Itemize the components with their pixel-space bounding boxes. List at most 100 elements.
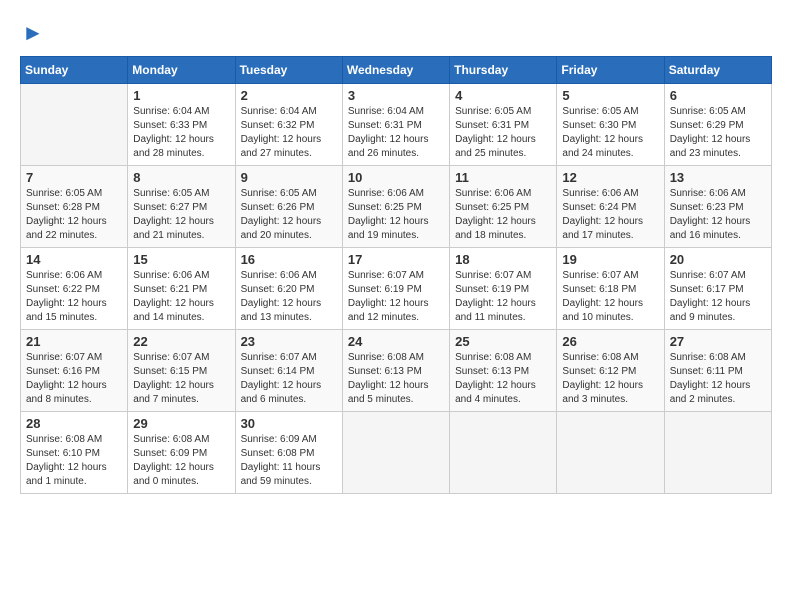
- day-number: 29: [133, 416, 229, 431]
- day-number: 14: [26, 252, 122, 267]
- calendar-cell: 17 Sunrise: 6:07 AM Sunset: 6:19 PM Dayli…: [342, 248, 449, 330]
- calendar-cell: 22 Sunrise: 6:07 AM Sunset: 6:15 PM Dayli…: [128, 330, 235, 412]
- day-number: 24: [348, 334, 444, 349]
- calendar-cell: 20 Sunrise: 6:07 AM Sunset: 6:17 PM Dayli…: [664, 248, 771, 330]
- page-header: ►: [20, 20, 772, 46]
- day-number: 1: [133, 88, 229, 103]
- day-info: Sunrise: 6:06 AM Sunset: 6:25 PM Dayligh…: [348, 187, 444, 243]
- day-number: 19: [562, 252, 658, 267]
- calendar-cell: 30Sunrise: 6:09 AM Sunset: 6:08 PM Dayli…: [235, 412, 342, 494]
- calendar-week-row: 21 Sunrise: 6:07 AM Sunset: 6:16 PM Dayli…: [21, 330, 772, 412]
- col-tuesday: Tuesday: [235, 57, 342, 84]
- calendar-cell: 10 Sunrise: 6:06 AM Sunset: 6:25 PM Dayli…: [342, 166, 449, 248]
- calendar-cell: 26 Sunrise: 6:08 AM Sunset: 6:12 PM Dayli…: [557, 330, 664, 412]
- day-number: 22: [133, 334, 229, 349]
- calendar-cell: 24 Sunrise: 6:08 AM Sunset: 6:13 PM Dayli…: [342, 330, 449, 412]
- calendar-week-row: 28 Sunrise: 6:08 AM Sunset: 6:10 PM Dayli…: [21, 412, 772, 494]
- day-number: 4: [455, 88, 551, 103]
- day-number: 28: [26, 416, 122, 431]
- calendar-cell: 6 Sunrise: 6:05 AM Sunset: 6:29 PM Daylig…: [664, 84, 771, 166]
- day-info: Sunrise: 6:05 AM Sunset: 6:30 PM Dayligh…: [562, 105, 658, 161]
- day-number: 21: [26, 334, 122, 349]
- day-number: 2: [241, 88, 337, 103]
- day-number: 27: [670, 334, 766, 349]
- day-info: Sunrise: 6:04 AM Sunset: 6:32 PM Dayligh…: [241, 105, 337, 161]
- calendar-cell: [664, 412, 771, 494]
- day-number: 17: [348, 252, 444, 267]
- day-number: 9: [241, 170, 337, 185]
- day-info: Sunrise: 6:07 AM Sunset: 6:14 PM Dayligh…: [241, 351, 337, 407]
- day-info: Sunrise: 6:06 AM Sunset: 6:21 PM Dayligh…: [133, 269, 229, 325]
- day-info: Sunrise: 6:08 AM Sunset: 6:12 PM Dayligh…: [562, 351, 658, 407]
- day-number: 5: [562, 88, 658, 103]
- calendar-header: Sunday Monday Tuesday Wednesday Thursday…: [21, 57, 772, 84]
- day-info: Sunrise: 6:08 AM Sunset: 6:13 PM Dayligh…: [455, 351, 551, 407]
- day-info: Sunrise: 6:07 AM Sunset: 6:18 PM Dayligh…: [562, 269, 658, 325]
- calendar-cell: 27 Sunrise: 6:08 AM Sunset: 6:11 PM Dayli…: [664, 330, 771, 412]
- day-number: 20: [670, 252, 766, 267]
- calendar-cell: [21, 84, 128, 166]
- logo-bird-icon: ►: [22, 20, 44, 45]
- day-info: Sunrise: 6:05 AM Sunset: 6:27 PM Dayligh…: [133, 187, 229, 243]
- day-info: Sunrise: 6:06 AM Sunset: 6:25 PM Dayligh…: [455, 187, 551, 243]
- day-info: Sunrise: 6:08 AM Sunset: 6:13 PM Dayligh…: [348, 351, 444, 407]
- day-number: 26: [562, 334, 658, 349]
- day-number: 11: [455, 170, 551, 185]
- calendar-cell: 9 Sunrise: 6:05 AM Sunset: 6:26 PM Daylig…: [235, 166, 342, 248]
- day-number: 6: [670, 88, 766, 103]
- calendar-week-row: 1 Sunrise: 6:04 AM Sunset: 6:33 PM Daylig…: [21, 84, 772, 166]
- calendar-cell: 14 Sunrise: 6:06 AM Sunset: 6:22 PM Dayli…: [21, 248, 128, 330]
- calendar-cell: [342, 412, 449, 494]
- day-number: 15: [133, 252, 229, 267]
- day-info: Sunrise: 6:08 AM Sunset: 6:10 PM Dayligh…: [26, 433, 122, 489]
- calendar-cell: 18 Sunrise: 6:07 AM Sunset: 6:19 PM Dayli…: [450, 248, 557, 330]
- col-thursday: Thursday: [450, 57, 557, 84]
- day-number: 3: [348, 88, 444, 103]
- day-info: Sunrise: 6:07 AM Sunset: 6:16 PM Dayligh…: [26, 351, 122, 407]
- calendar-week-row: 7Sunrise: 6:05 AM Sunset: 6:28 PM Daylig…: [21, 166, 772, 248]
- calendar-cell: 5 Sunrise: 6:05 AM Sunset: 6:30 PM Daylig…: [557, 84, 664, 166]
- col-saturday: Saturday: [664, 57, 771, 84]
- day-number: 12: [562, 170, 658, 185]
- day-number: 8: [133, 170, 229, 185]
- day-number: 16: [241, 252, 337, 267]
- day-info: Sunrise: 6:05 AM Sunset: 6:29 PM Dayligh…: [670, 105, 766, 161]
- day-info: Sunrise: 6:07 AM Sunset: 6:15 PM Dayligh…: [133, 351, 229, 407]
- logo: ►: [20, 20, 44, 46]
- day-info: Sunrise: 6:07 AM Sunset: 6:17 PM Dayligh…: [670, 269, 766, 325]
- calendar-cell: 4Sunrise: 6:05 AM Sunset: 6:31 PM Daylig…: [450, 84, 557, 166]
- day-info: Sunrise: 6:05 AM Sunset: 6:26 PM Dayligh…: [241, 187, 337, 243]
- day-info: Sunrise: 6:08 AM Sunset: 6:09 PM Dayligh…: [133, 433, 229, 489]
- calendar-cell: [557, 412, 664, 494]
- calendar-cell: 21 Sunrise: 6:07 AM Sunset: 6:16 PM Dayli…: [21, 330, 128, 412]
- day-info: Sunrise: 6:09 AM Sunset: 6:08 PM Dayligh…: [241, 433, 337, 489]
- day-info: Sunrise: 6:05 AM Sunset: 6:28 PM Dayligh…: [26, 187, 122, 243]
- col-monday: Monday: [128, 57, 235, 84]
- calendar-cell: 15 Sunrise: 6:06 AM Sunset: 6:21 PM Dayli…: [128, 248, 235, 330]
- calendar-cell: 13 Sunrise: 6:06 AM Sunset: 6:23 PM Dayli…: [664, 166, 771, 248]
- day-number: 25: [455, 334, 551, 349]
- col-sunday: Sunday: [21, 57, 128, 84]
- calendar-cell: 11 Sunrise: 6:06 AM Sunset: 6:25 PM Dayli…: [450, 166, 557, 248]
- calendar-cell: 12 Sunrise: 6:06 AM Sunset: 6:24 PM Dayli…: [557, 166, 664, 248]
- day-number: 10: [348, 170, 444, 185]
- day-number: 18: [455, 252, 551, 267]
- calendar-cell: [450, 412, 557, 494]
- day-info: Sunrise: 6:06 AM Sunset: 6:24 PM Dayligh…: [562, 187, 658, 243]
- col-wednesday: Wednesday: [342, 57, 449, 84]
- day-info: Sunrise: 6:06 AM Sunset: 6:23 PM Dayligh…: [670, 187, 766, 243]
- calendar-cell: 1 Sunrise: 6:04 AM Sunset: 6:33 PM Daylig…: [128, 84, 235, 166]
- day-info: Sunrise: 6:06 AM Sunset: 6:20 PM Dayligh…: [241, 269, 337, 325]
- day-info: Sunrise: 6:06 AM Sunset: 6:22 PM Dayligh…: [26, 269, 122, 325]
- day-number: 13: [670, 170, 766, 185]
- calendar-cell: 16 Sunrise: 6:06 AM Sunset: 6:20 PM Dayli…: [235, 248, 342, 330]
- day-info: Sunrise: 6:07 AM Sunset: 6:19 PM Dayligh…: [348, 269, 444, 325]
- day-info: Sunrise: 6:07 AM Sunset: 6:19 PM Dayligh…: [455, 269, 551, 325]
- day-number: 23: [241, 334, 337, 349]
- calendar-cell: 19 Sunrise: 6:07 AM Sunset: 6:18 PM Dayli…: [557, 248, 664, 330]
- calendar-cell: 29 Sunrise: 6:08 AM Sunset: 6:09 PM Dayli…: [128, 412, 235, 494]
- day-info: Sunrise: 6:04 AM Sunset: 6:33 PM Dayligh…: [133, 105, 229, 161]
- day-info: Sunrise: 6:08 AM Sunset: 6:11 PM Dayligh…: [670, 351, 766, 407]
- calendar-week-row: 14 Sunrise: 6:06 AM Sunset: 6:22 PM Dayli…: [21, 248, 772, 330]
- day-info: Sunrise: 6:04 AM Sunset: 6:31 PM Dayligh…: [348, 105, 444, 161]
